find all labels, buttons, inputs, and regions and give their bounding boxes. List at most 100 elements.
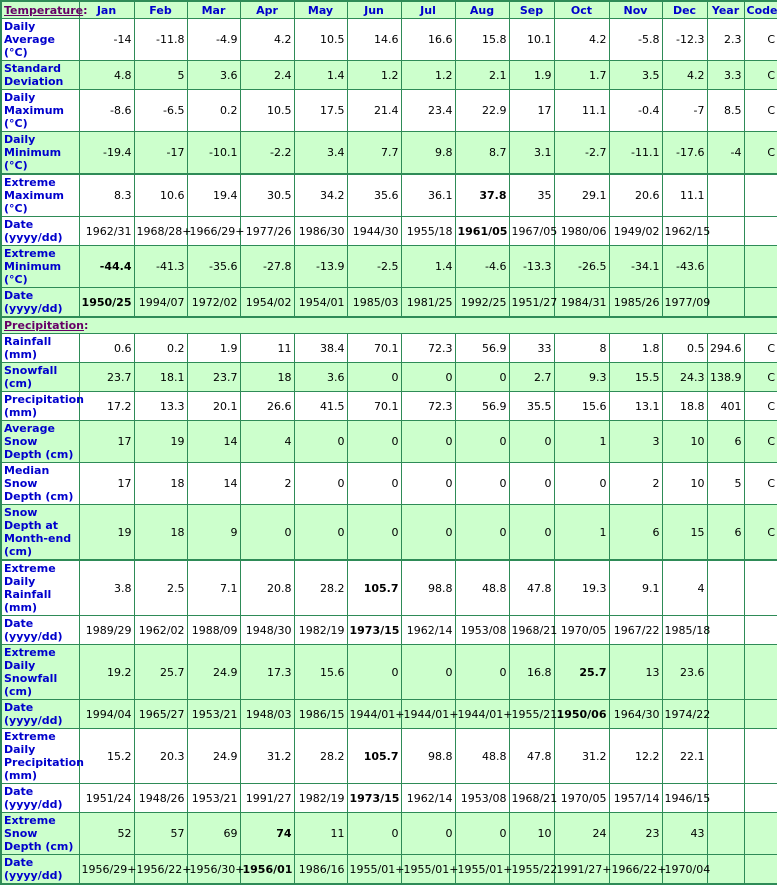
cell-oct: 1.7 bbox=[553, 60, 610, 90]
precipitation-section: Rainfall (mm) 0.6 0.2 1.9 11 38.4 70.1 72.3 56.9… bbox=[0, 333, 777, 885]
cell-aug: 48.8 bbox=[454, 728, 510, 784]
cell-oct: 24 bbox=[553, 812, 610, 855]
cell-aug: 1992/25 bbox=[454, 287, 510, 318]
cell-mar: 14 bbox=[186, 462, 241, 505]
cell-code: C bbox=[743, 89, 777, 132]
cell-jun: 0 bbox=[346, 420, 402, 463]
cell-may: 34.2 bbox=[293, 173, 348, 217]
cell-jul: 0 bbox=[400, 644, 456, 700]
precipitation-link[interactable]: Precipitation bbox=[4, 319, 84, 332]
cell-sep: 1955/22 bbox=[508, 854, 557, 885]
row-label: Snowfall (cm) bbox=[0, 362, 80, 392]
cell-jan: 17 bbox=[78, 420, 135, 463]
cell-code bbox=[743, 854, 777, 885]
cell-year bbox=[706, 216, 745, 246]
cell-code: C bbox=[743, 131, 777, 175]
cell-oct: 1970/05 bbox=[553, 783, 610, 813]
cell-dec: 1977/09 bbox=[661, 287, 710, 318]
cell-nov: 1967/22 bbox=[608, 615, 663, 645]
record-value: 25.7 bbox=[579, 665, 607, 679]
cell-oct: 19.3 bbox=[553, 559, 610, 616]
cell-nov: -11.1 bbox=[608, 131, 663, 175]
cell-may: 1986/15 bbox=[293, 699, 348, 729]
cell-sep: 10 bbox=[508, 812, 555, 855]
cell-nov: 3 bbox=[608, 420, 663, 463]
cell-year bbox=[706, 854, 745, 885]
cell-feb: 2.5 bbox=[133, 559, 188, 616]
table-row-snow-depth-at-month-end: Snow Depth at Month-end (cm) 19 18 9 0 0 0 0 0 0 1… bbox=[0, 504, 777, 561]
table-row-date: Date (yyyy/dd) 1989/29 1962/02 1988/09 1948/… bbox=[0, 615, 777, 645]
row-label: Precipitation (mm) bbox=[0, 391, 84, 421]
cell-jul: 1981/25 bbox=[400, 287, 456, 318]
cell-code bbox=[743, 644, 777, 700]
cell-jun: 35.6 bbox=[346, 173, 402, 217]
cell-sep: 0 bbox=[508, 420, 555, 463]
record-value: 1956/01 bbox=[242, 862, 293, 876]
cell-apr: 10.5 bbox=[239, 89, 295, 132]
table-row-extreme-daily-precipitation: Extreme Daily Precipitation (mm) 15.2 20.3… bbox=[0, 728, 777, 784]
cell-may: 1982/19 bbox=[293, 615, 348, 645]
precipitation-header: Precipitation: bbox=[0, 316, 777, 334]
table-row-extreme-maximum: Extreme Maximum (°C) 8.3 10.6 19.4 30.5 34.2 3… bbox=[0, 173, 777, 217]
row-label: Extreme Daily Snowfall (cm) bbox=[0, 644, 80, 700]
cell-mar: 24.9 bbox=[186, 644, 241, 700]
cell-sep: 1968/21 bbox=[508, 783, 557, 813]
cell-feb: 18 bbox=[133, 504, 188, 561]
header-row: Temperature: Jan Feb Mar Apr May Jun Jul… bbox=[0, 0, 777, 19]
cell-sep: 35 bbox=[508, 173, 555, 217]
cell-dec: 15 bbox=[661, 504, 708, 561]
cell-year bbox=[706, 615, 745, 645]
cell-feb: 25.7 bbox=[133, 644, 188, 700]
table-row-date: Date (yyyy/dd) 1950/25 1994/07 1972/02 1954/… bbox=[0, 287, 777, 318]
cell-sep: -13.3 bbox=[508, 245, 555, 288]
col-oct: Oct bbox=[553, 0, 610, 19]
temperature-section-label[interactable]: Temperature: bbox=[0, 0, 88, 19]
precipitation-section-label[interactable]: Precipitation: bbox=[0, 316, 777, 334]
cell-may: 17.5 bbox=[293, 89, 348, 132]
temperature-link[interactable]: Temperature bbox=[4, 4, 83, 17]
cell-may: 1954/01 bbox=[293, 287, 348, 318]
cell-oct: 1 bbox=[553, 420, 610, 463]
cell-jan: 1950/25 bbox=[78, 287, 135, 318]
cell-may: 10.5 bbox=[293, 18, 348, 61]
cell-mar: 7.1 bbox=[186, 559, 241, 616]
cell-may: 0 bbox=[293, 420, 348, 463]
table-row-extreme-daily-rainfall: Extreme Daily Rainfall (mm) 3.8 2.5 7.1 20.8… bbox=[0, 559, 777, 616]
cell-jan: 1989/29 bbox=[78, 615, 135, 645]
cell-feb: 0.2 bbox=[133, 333, 188, 363]
cell-jul: 1955/18 bbox=[400, 216, 456, 246]
cell-jul: 72.3 bbox=[400, 391, 456, 421]
cell-jun: 21.4 bbox=[346, 89, 402, 132]
table-row-precipitation: Precipitation (mm) 17.2 13.3 20.1 26.6 41.5 70… bbox=[0, 391, 777, 421]
row-label: Date (yyyy/dd) bbox=[0, 854, 80, 885]
cell-apr: 17.3 bbox=[239, 644, 295, 700]
cell-nov: 1985/26 bbox=[608, 287, 663, 318]
cell-year bbox=[706, 287, 745, 318]
cell-jul: 0 bbox=[400, 812, 456, 855]
cell-dec: 10 bbox=[661, 462, 708, 505]
cell-jun: 1944/01+ bbox=[346, 699, 404, 729]
cell-aug: 1961/05 bbox=[454, 216, 510, 246]
cell-aug: 0 bbox=[454, 462, 510, 505]
cell-may: 15.6 bbox=[293, 644, 348, 700]
cell-feb: 1994/07 bbox=[133, 287, 188, 318]
cell-code bbox=[743, 245, 777, 288]
cell-nov: 20.6 bbox=[608, 173, 663, 217]
cell-code bbox=[743, 615, 777, 645]
row-label: Extreme Snow Depth (cm) bbox=[0, 812, 80, 855]
cell-year: -4 bbox=[706, 131, 745, 175]
cell-dec: -12.3 bbox=[661, 18, 708, 61]
cell-jan: -19.4 bbox=[78, 131, 135, 175]
record-value: 105.7 bbox=[363, 749, 399, 763]
cell-feb: -17 bbox=[133, 131, 188, 175]
row-label: Extreme Maximum (°C) bbox=[0, 173, 80, 217]
cell-year bbox=[706, 783, 745, 813]
cell-feb: -6.5 bbox=[133, 89, 188, 132]
cell-code: C bbox=[743, 333, 777, 363]
row-label: Date (yyyy/dd) bbox=[0, 699, 80, 729]
cell-jan: 8.3 bbox=[78, 173, 135, 217]
cell-oct: -2.7 bbox=[553, 131, 610, 175]
cell-jul: 72.3 bbox=[400, 333, 456, 363]
cell-dec: 1970/04 bbox=[661, 854, 710, 885]
cell-sep: 17 bbox=[508, 89, 555, 132]
